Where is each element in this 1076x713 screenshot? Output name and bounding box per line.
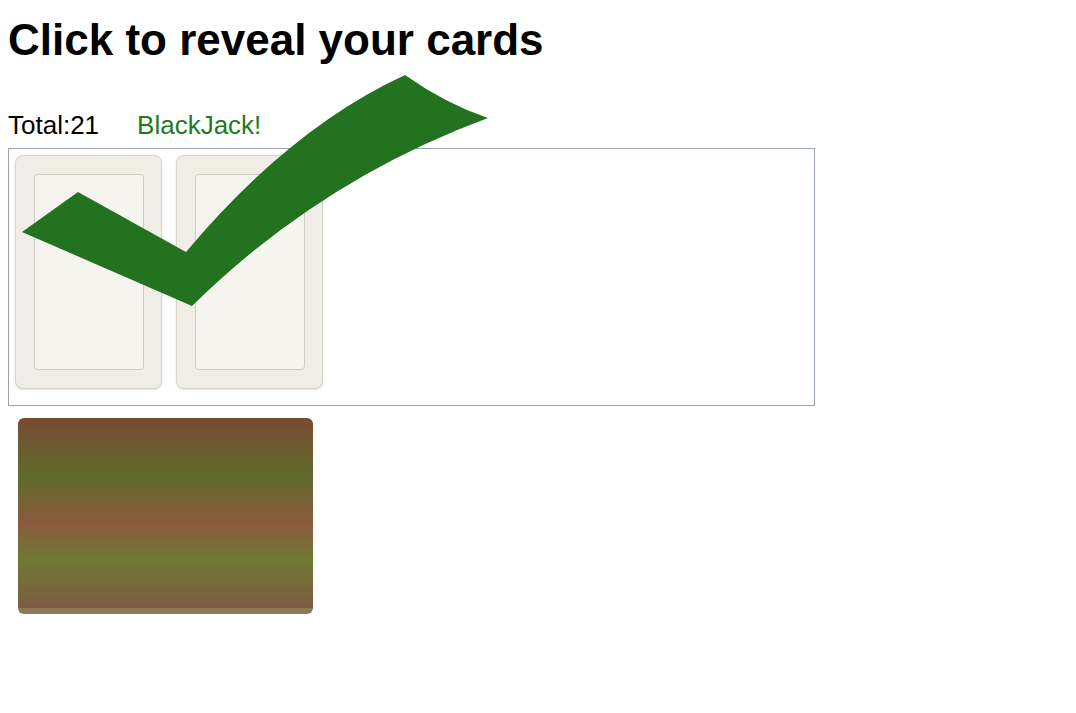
result-label: BlackJack! bbox=[137, 110, 261, 140]
instruction-heading: Click to reveal your cards bbox=[0, 0, 1076, 66]
card-face bbox=[195, 174, 305, 370]
playing-card[interactable] bbox=[176, 155, 323, 389]
score-row: Total:21 BlackJack! bbox=[0, 110, 1076, 140]
hand-area[interactable] bbox=[8, 148, 815, 406]
card-face bbox=[34, 174, 144, 370]
checkmark-icon bbox=[0, 0, 500, 320]
total-label: Total:21 bbox=[8, 110, 99, 140]
card-deck[interactable] bbox=[18, 418, 313, 614]
playing-card[interactable] bbox=[15, 155, 162, 389]
